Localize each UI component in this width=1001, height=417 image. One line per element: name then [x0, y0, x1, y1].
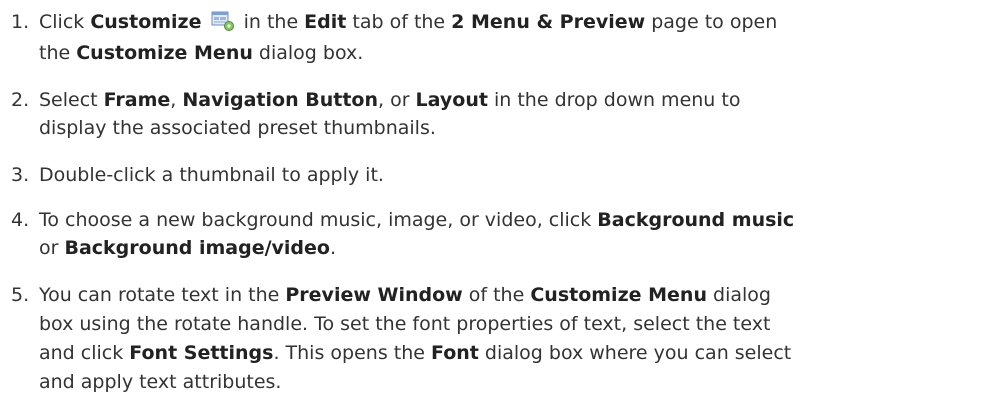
customize-icon — [210, 10, 236, 32]
ui-term: Customize Menu — [530, 284, 707, 306]
step-5-line-3: and click Font Settings. This opens the … — [39, 342, 792, 364]
ui-term: Background music — [597, 209, 795, 231]
step-3-line-1: Double-click a thumbnail to apply it. — [39, 164, 384, 186]
step-2-line-1: Select Frame, Navigation Button, or Layo… — [39, 89, 741, 111]
ui-term: Navigation Button — [182, 89, 378, 111]
step-4-line-2: or Background image/video. — [39, 237, 337, 259]
instruction-steps: 1. Click Customize in the Edit tab of th… — [0, 0, 1001, 417]
step-1-line-1: Click Customize in the Edit tab of the 2… — [39, 10, 778, 33]
step-5-line-2: box using the rotate handle. To set the … — [39, 313, 771, 335]
ui-term: Font — [430, 342, 479, 364]
step-1-line-2: the Customize Menu dialog box. — [39, 42, 364, 64]
ui-term: Frame — [103, 89, 171, 111]
ui-term: Edit — [304, 11, 347, 33]
ui-term: Customize — [90, 11, 202, 33]
ui-term: Customize Menu — [76, 42, 253, 64]
ui-term: 2 Menu & Preview — [451, 11, 646, 33]
step-2-line-2: display the associated preset thumbnails… — [39, 117, 436, 139]
step-4-line-1: To choose a new background music, image,… — [39, 209, 795, 231]
ui-term: Background image/video — [64, 237, 330, 259]
step-5-line-4: and apply text attributes. — [39, 371, 282, 393]
step-5-line-1: You can rotate text in the Preview Windo… — [39, 284, 771, 306]
ui-term: Layout — [415, 89, 488, 111]
ui-term: Font Settings — [129, 342, 274, 364]
ui-term: Preview Window — [285, 284, 463, 306]
